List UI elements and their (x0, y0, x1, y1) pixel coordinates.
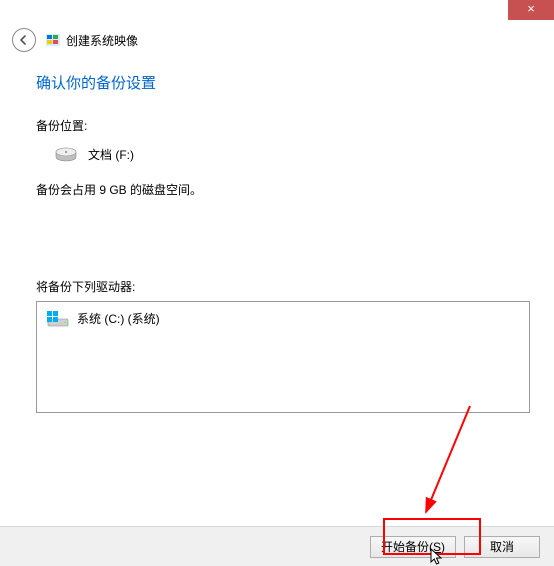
header: 创建系统映像 (12, 28, 542, 52)
drive-name: 系统 (C:) (系统) (77, 310, 160, 327)
back-button[interactable] (12, 28, 36, 52)
close-icon: × (527, 1, 535, 16)
window-title-area: 创建系统映像 (46, 32, 138, 49)
window-title: 创建系统映像 (66, 32, 138, 49)
footer: 开始备份(S) 取消 (0, 526, 554, 566)
cancel-button[interactable]: 取消 (464, 536, 540, 558)
system-drive-icon (47, 311, 69, 327)
backup-destination-text: 文档 (F:) (88, 146, 134, 163)
drives-listbox[interactable]: 系统 (C:) (系统) (36, 301, 530, 413)
start-backup-suffix: ) (441, 540, 445, 554)
size-estimate: 备份会占用 9 GB 的磁盘空间。 (36, 181, 530, 198)
content: 确认你的备份设置 备份位置: 文档 (F:) 备份会占用 9 GB 的磁盘空间。… (36, 72, 530, 413)
drives-label: 将备份下列驱动器: (36, 278, 530, 295)
back-arrow-icon (18, 34, 30, 46)
backup-location-label: 备份位置: (36, 117, 530, 134)
start-backup-prefix: 开始备份( (381, 540, 433, 554)
page-heading: 确认你的备份设置 (36, 72, 530, 93)
close-button[interactable]: × (508, 0, 554, 20)
hard-drive-icon (54, 147, 78, 163)
start-backup-button[interactable]: 开始备份(S) (370, 536, 456, 558)
drive-row: 系统 (C:) (系统) (47, 310, 519, 327)
start-backup-hotkey: S (433, 540, 441, 554)
app-icon (46, 33, 60, 47)
titlebar: × (0, 0, 554, 20)
backup-destination-row: 文档 (F:) (54, 146, 530, 163)
